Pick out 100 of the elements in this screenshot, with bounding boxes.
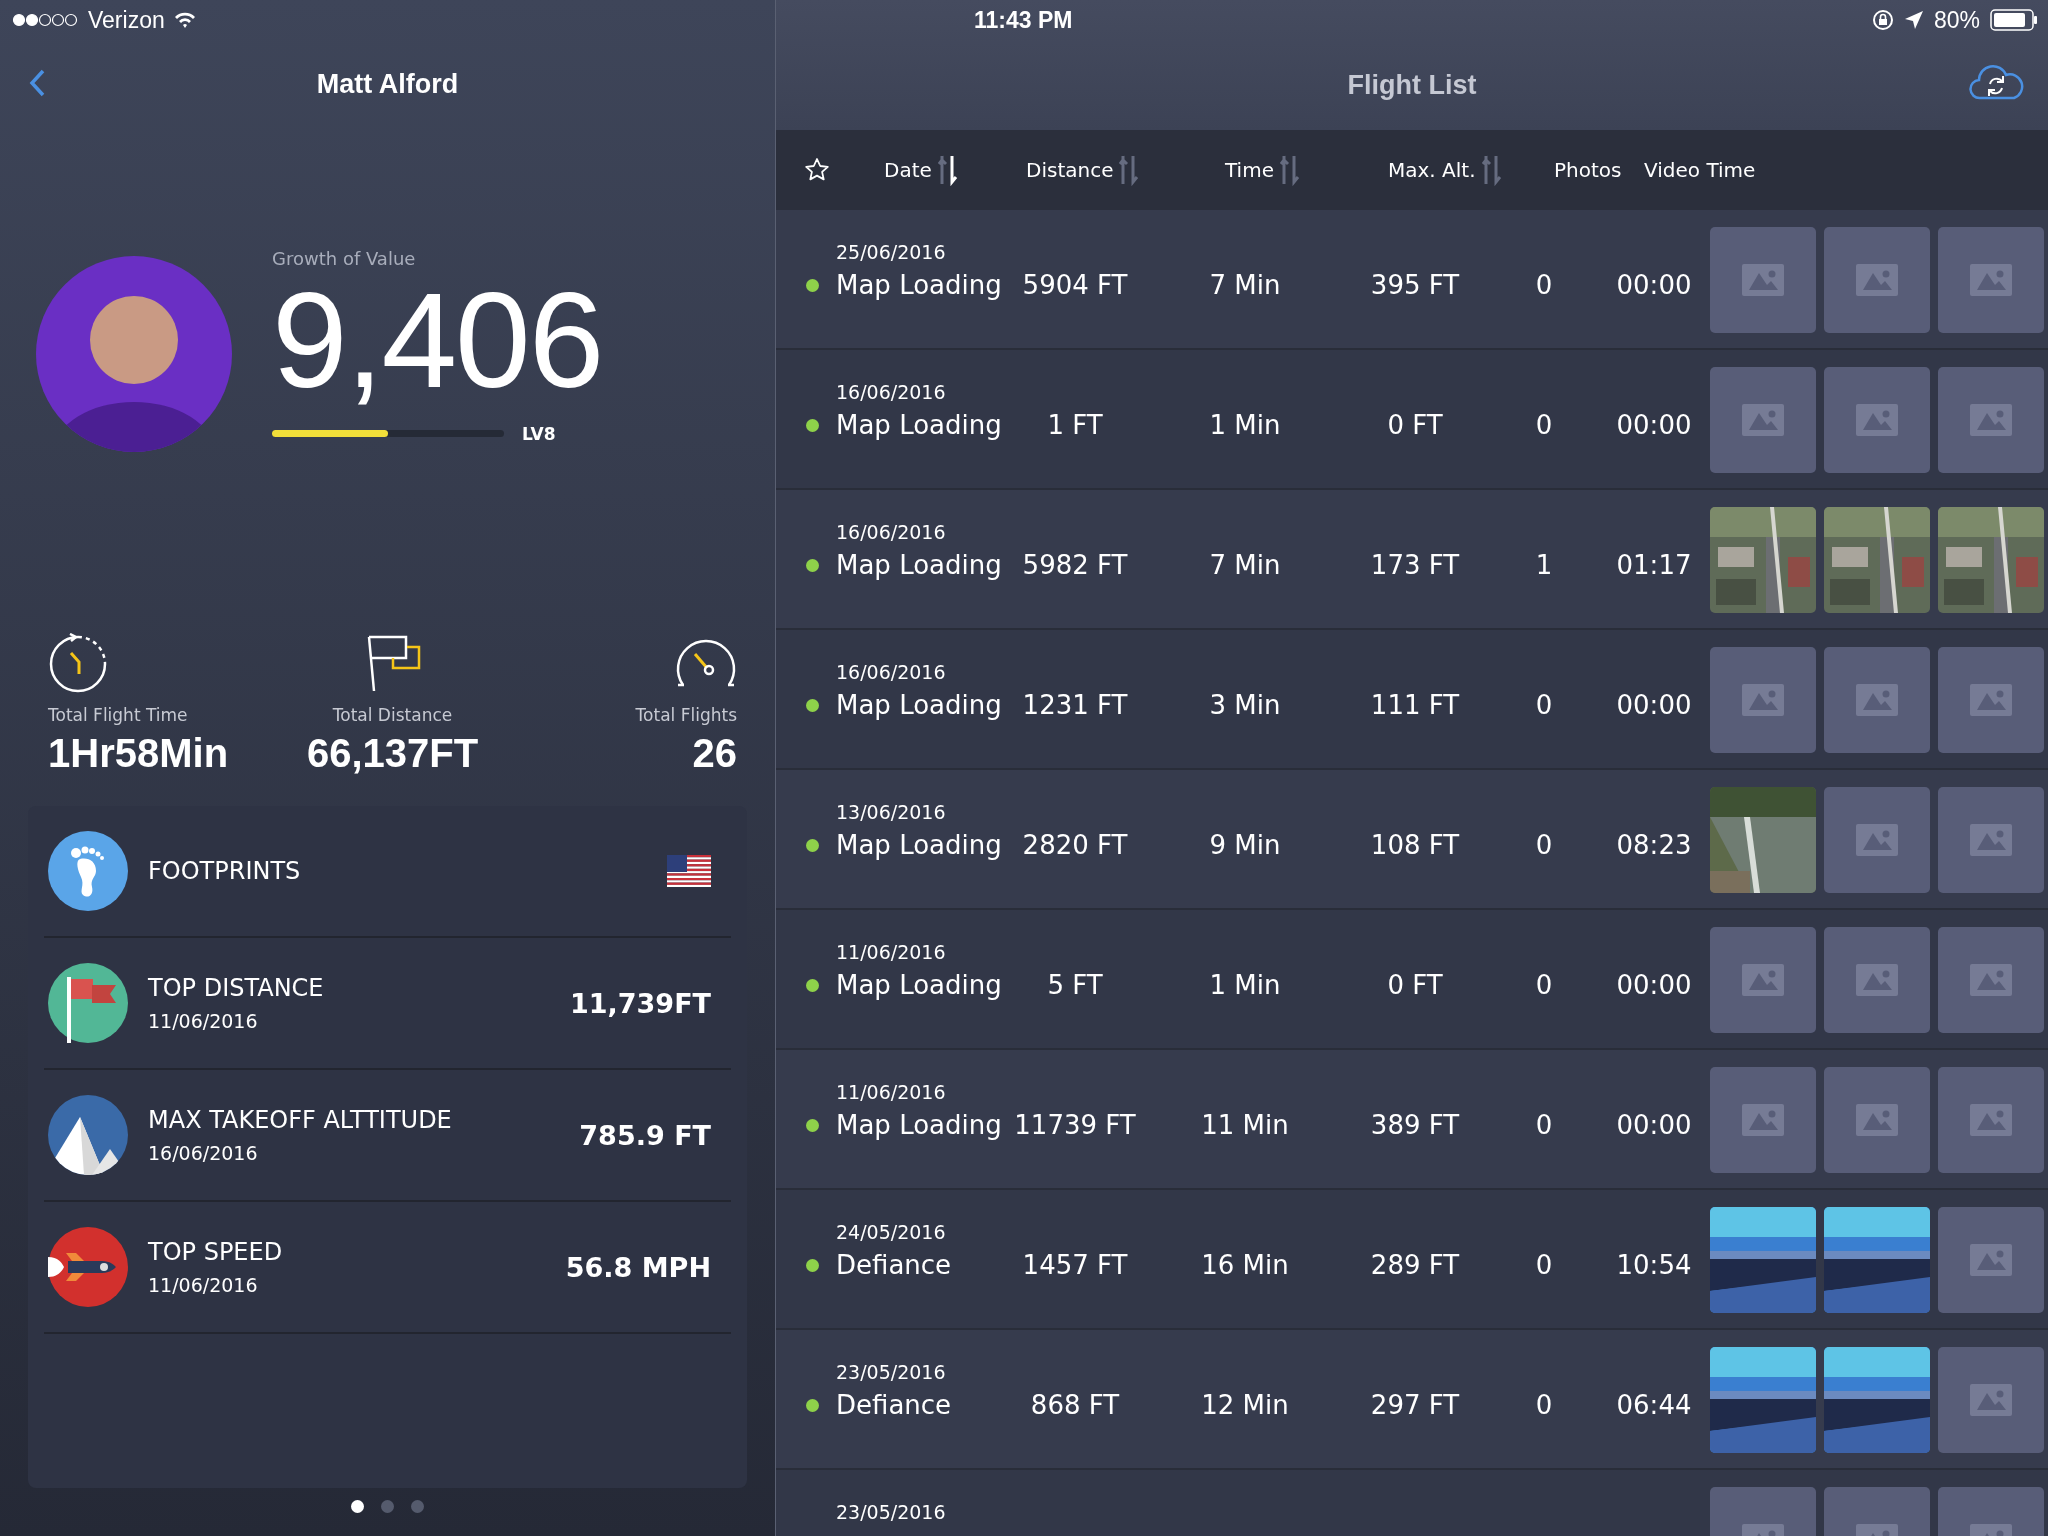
- flight-name: Defiance: [836, 1250, 953, 1280]
- flight-row[interactable]: 16/06/2016 Map Loading 1 FT 1 Min 0 FT 0 00:00: [776, 350, 2048, 490]
- flight-name: Defiance: [836, 1390, 953, 1420]
- image-icon: [1742, 264, 1784, 296]
- flight-row[interactable]: 24/05/2016 Defiance 1457 FT 16 Min 289 FT 0 10:54: [776, 1190, 2048, 1330]
- back-icon[interactable]: [28, 68, 46, 98]
- image-placeholder[interactable]: [1938, 367, 2044, 473]
- flight-date: 13/06/2016: [836, 800, 947, 824]
- image-placeholder[interactable]: [1710, 927, 1816, 1033]
- battery-icon: [1990, 9, 2038, 31]
- flight-row[interactable]: 25/06/2016 Map Loading 5904 FT 7 Min 395 FT 0 00:00: [776, 210, 2048, 350]
- column-header: Video Time: [1644, 158, 1756, 182]
- distance-value: 5904 FT: [1021, 270, 1129, 300]
- image-placeholder[interactable]: [1938, 1067, 2044, 1173]
- flag-on-pole-icon: [48, 963, 128, 1043]
- page-dot[interactable]: [381, 1500, 394, 1513]
- photos-count: 0: [1534, 830, 1554, 860]
- image-placeholder[interactable]: [1938, 787, 2044, 893]
- image-placeholder[interactable]: [1824, 927, 1930, 1033]
- image-icon: [1856, 404, 1898, 436]
- image-icon: [1742, 684, 1784, 716]
- altitude-value: 111 FT: [1369, 690, 1461, 720]
- flight-name: Map Loading: [836, 270, 1003, 300]
- image-placeholder[interactable]: [1938, 1207, 2044, 1313]
- image-placeholder[interactable]: [1710, 227, 1816, 333]
- record-date: 11/06/2016: [148, 1274, 259, 1296]
- image-placeholder[interactable]: [1938, 647, 2044, 753]
- image-placeholder[interactable]: [1938, 1347, 2044, 1453]
- status-dot: [806, 1258, 819, 1272]
- status-dot: [806, 838, 819, 852]
- image-placeholder[interactable]: [1824, 787, 1930, 893]
- video-time: 00:00: [1615, 970, 1693, 1000]
- image-placeholder[interactable]: [1710, 1067, 1816, 1173]
- image-placeholder[interactable]: [1824, 1067, 1930, 1173]
- image-placeholder[interactable]: [1824, 227, 1930, 333]
- video-time: 00:00: [1615, 1110, 1693, 1140]
- image-icon: [1856, 264, 1898, 296]
- sort-icon[interactable]: [937, 154, 958, 186]
- time-value: 1 Min: [1208, 970, 1282, 1000]
- photos-count: 0: [1534, 1250, 1554, 1280]
- photos-count: 0: [1534, 1390, 1554, 1420]
- location-arrow-icon: [1903, 10, 1924, 30]
- flight-row[interactable]: 16/06/2016 Map Loading 1231 FT 3 Min 111 FT 0 00:00: [776, 630, 2048, 770]
- image-icon: [1970, 964, 2012, 996]
- page-dot[interactable]: [351, 1500, 364, 1513]
- photos-count: 0: [1534, 1110, 1554, 1140]
- flight-name: Map Loading: [836, 550, 1003, 580]
- video-time: 08:23: [1615, 830, 1693, 860]
- stopwatch-icon: [48, 633, 108, 695]
- flight-row[interactable]: 23/05/2016: [776, 1470, 2048, 1536]
- video-time: 00:00: [1615, 410, 1693, 440]
- image-placeholder[interactable]: [1938, 227, 2044, 333]
- screen-title: Flight List: [1347, 69, 1477, 101]
- flight-row[interactable]: 11/06/2016 Map Loading 5 FT 1 Min 0 FT 0 00:00: [776, 910, 2048, 1050]
- image-icon: [1970, 404, 2012, 436]
- image-icon: [1970, 824, 2012, 856]
- flight-date: 25/06/2016: [836, 240, 947, 264]
- time-value: 9 Min: [1208, 830, 1282, 860]
- image-placeholder[interactable]: [1824, 647, 1930, 753]
- image-placeholder[interactable]: [1938, 927, 2044, 1033]
- flight-name: Map Loading: [836, 690, 1003, 720]
- battery-percent: 80%: [1933, 6, 1980, 34]
- column-header[interactable]: Distance: [1026, 158, 1114, 182]
- video-time: 00:00: [1615, 690, 1693, 720]
- image-placeholder[interactable]: [1824, 367, 1930, 473]
- photos-count: 1: [1534, 550, 1554, 580]
- record-value: 11,739FT: [569, 987, 711, 1019]
- image-icon: [1970, 1104, 2012, 1136]
- flight-date: 16/06/2016: [836, 380, 947, 404]
- distance-value: 2820 FT: [1021, 830, 1129, 860]
- growth-value: 9,406: [272, 269, 603, 412]
- cloud-sync-icon[interactable]: [1968, 62, 2024, 102]
- level-label: LV8: [522, 423, 556, 444]
- image-placeholder[interactable]: [1710, 367, 1816, 473]
- time-value: 11 Min: [1200, 1110, 1290, 1140]
- record-date: 16/06/2016: [148, 1142, 259, 1164]
- column-header[interactable]: Date: [884, 158, 932, 182]
- footprint-icon: [48, 831, 128, 911]
- image-icon: [1970, 1384, 2012, 1416]
- flight-name: Map Loading: [836, 970, 1003, 1000]
- altitude-value: 173 FT: [1369, 550, 1461, 580]
- image-icon: [1856, 1104, 1898, 1136]
- flight-row[interactable]: 11/06/2016 Map Loading 11739 FT 11 Min 389 FT 0 00:00: [776, 1050, 2048, 1190]
- flight-row[interactable]: 13/06/2016 Map Loading 2820 FT 9 Min 108 FT 0 08:23: [776, 770, 2048, 910]
- column-header[interactable]: Max. Alt.: [1388, 158, 1476, 182]
- video-time: 06:44: [1615, 1390, 1693, 1420]
- column-header[interactable]: Time: [1225, 158, 1274, 182]
- record-title: MAX TAKEOFF ALTTITUDE: [148, 1106, 453, 1134]
- favorite-star-icon[interactable]: [804, 157, 830, 183]
- flight-row[interactable]: 16/06/2016 Map Loading 5982 FT 7 Min 173 FT 1 01:17: [776, 490, 2048, 630]
- signal-icon: [12, 13, 80, 27]
- image-placeholder[interactable]: [1710, 647, 1816, 753]
- photos-count: 0: [1534, 690, 1554, 720]
- altitude-value: 395 FT: [1369, 270, 1461, 300]
- image-icon: [1856, 964, 1898, 996]
- flight-row[interactable]: 23/05/2016 Defiance 868 FT 12 Min 297 FT 0 06:44: [776, 1330, 2048, 1470]
- status-dot: [806, 1118, 819, 1132]
- flight-date: 24/05/2016: [836, 1220, 947, 1244]
- page-dot[interactable]: [411, 1500, 424, 1513]
- record-date: 11/06/2016: [148, 1010, 259, 1032]
